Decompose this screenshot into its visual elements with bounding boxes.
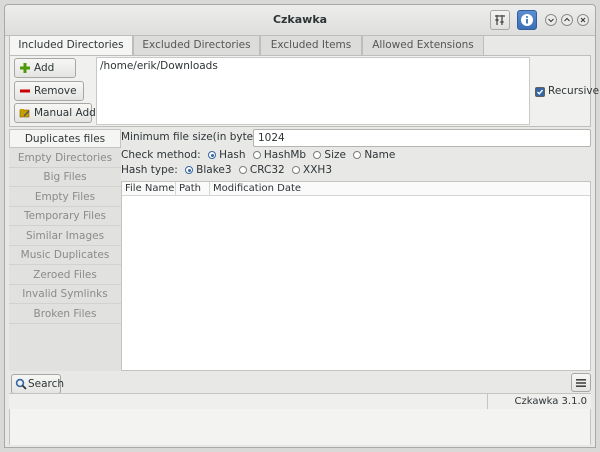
check-method-label: Check method:	[121, 149, 201, 161]
radio-crc32[interactable]	[238, 166, 247, 174]
list-item[interactable]: /home/erik/Downloads	[97, 58, 529, 74]
sliders-icon	[495, 15, 505, 25]
sidebar-item-invalid-symlinks[interactable]: Invalid Symlinks	[9, 285, 121, 304]
search-icon	[15, 378, 27, 390]
minimize-button[interactable]	[545, 14, 557, 26]
hash-type-row: Hash type: Blake3 CRC32 XXH3	[121, 164, 332, 176]
bottom-toolbar: Search	[9, 371, 591, 395]
close-button[interactable]	[577, 14, 589, 26]
hash-type-label: Hash type:	[121, 164, 178, 176]
remove-button-label: Remove	[34, 85, 77, 97]
sidebar-item-empty-directories[interactable]: Empty Directories	[9, 148, 121, 168]
status-separator	[487, 394, 488, 410]
remove-button[interactable]: Remove	[14, 81, 84, 101]
sidebar-item-zeroed-files[interactable]: Zeroed Files	[9, 265, 121, 285]
minus-icon	[20, 89, 30, 93]
radio-crc32-label: CRC32	[249, 164, 285, 176]
radio-size-label: Size	[324, 149, 346, 161]
sidebar-item-broken-files[interactable]: Broken Files	[9, 304, 121, 324]
radio-hashmb-label: HashMb	[263, 149, 307, 161]
settings-button[interactable]	[490, 10, 510, 30]
chevron-down-icon	[548, 18, 554, 23]
tool-sidebar: Duplicates files Empty Directories Big F…	[9, 129, 121, 371]
sidebar-item-music-duplicates[interactable]: Music Duplicates	[9, 246, 121, 265]
included-directories-panel: Add Remove Manual Add /home/erik/Downloa…	[9, 55, 599, 127]
radio-hash[interactable]	[208, 151, 217, 159]
min-size-input[interactable]: 1024	[253, 129, 591, 147]
sidebar-item-empty-files[interactable]: Empty Files	[9, 187, 121, 207]
tab-excluded-directories[interactable]: Excluded Directories	[133, 35, 260, 55]
add-button[interactable]: Add	[14, 58, 76, 78]
radio-name-label: Name	[364, 149, 396, 161]
recursive-label: Recursive	[548, 85, 600, 97]
radio-hashmb[interactable]	[252, 151, 261, 159]
chevron-up-icon	[564, 17, 570, 22]
search-button[interactable]: Search	[11, 374, 65, 394]
tab-included-directories[interactable]: Included Directories	[9, 35, 133, 56]
tab-excluded-items[interactable]: Excluded Items	[260, 35, 362, 55]
log-area[interactable]	[9, 409, 591, 445]
sidebar-item-big-files[interactable]: Big Files	[9, 168, 121, 187]
version-label: Czkawka 3.1.0	[514, 396, 587, 407]
min-size-label: Minimum file size(in bytes)	[121, 131, 263, 143]
folder-edit-icon	[19, 109, 30, 118]
radio-name[interactable]	[353, 151, 362, 159]
main-window: Czkawka Included Directories Excluded Di…	[4, 4, 599, 448]
radio-xxh3-label: XXH3	[303, 164, 332, 176]
tab-allowed-extensions[interactable]: Allowed Extensions	[362, 35, 484, 55]
manual-add-button[interactable]: Manual Add	[14, 103, 96, 123]
info-icon	[521, 14, 533, 26]
column-header-path[interactable]: Path	[176, 182, 210, 196]
radio-blake3-label: Blake3	[196, 164, 232, 176]
sidebar-item-similar-images[interactable]: Similar Images	[9, 226, 121, 246]
directory-list[interactable]: /home/erik/Downloads	[96, 57, 530, 125]
radio-xxh3[interactable]	[292, 166, 301, 174]
search-button-label: Search	[28, 378, 65, 390]
add-button-label: Add	[34, 62, 55, 74]
radio-hash-label: Hash	[219, 149, 246, 161]
plus-icon	[20, 63, 30, 73]
radio-blake3[interactable]	[185, 166, 194, 174]
title-bar: Czkawka	[5, 5, 595, 36]
recursive-checkbox[interactable]	[535, 87, 545, 97]
column-header-file-name[interactable]: File Name	[122, 182, 176, 196]
radio-size[interactable]	[313, 151, 322, 159]
hamburger-icon	[576, 379, 586, 387]
results-table[interactable]: File Name Path Modification Date	[121, 181, 591, 371]
sidebar-item-duplicate-files[interactable]: Duplicates files	[9, 129, 121, 148]
check-method-row: Check method: Hash HashMb Size Name	[121, 149, 395, 161]
sidebar-item-temporary-files[interactable]: Temporary Files	[9, 207, 121, 226]
menu-button[interactable]	[571, 373, 591, 392]
column-header-modification-date[interactable]: Modification Date	[210, 182, 590, 196]
checkmark-icon	[537, 89, 544, 95]
close-icon	[580, 17, 586, 23]
manual-add-button-label: Manual Add	[34, 107, 96, 119]
about-button[interactable]	[517, 10, 537, 30]
maximize-button[interactable]	[561, 14, 573, 26]
